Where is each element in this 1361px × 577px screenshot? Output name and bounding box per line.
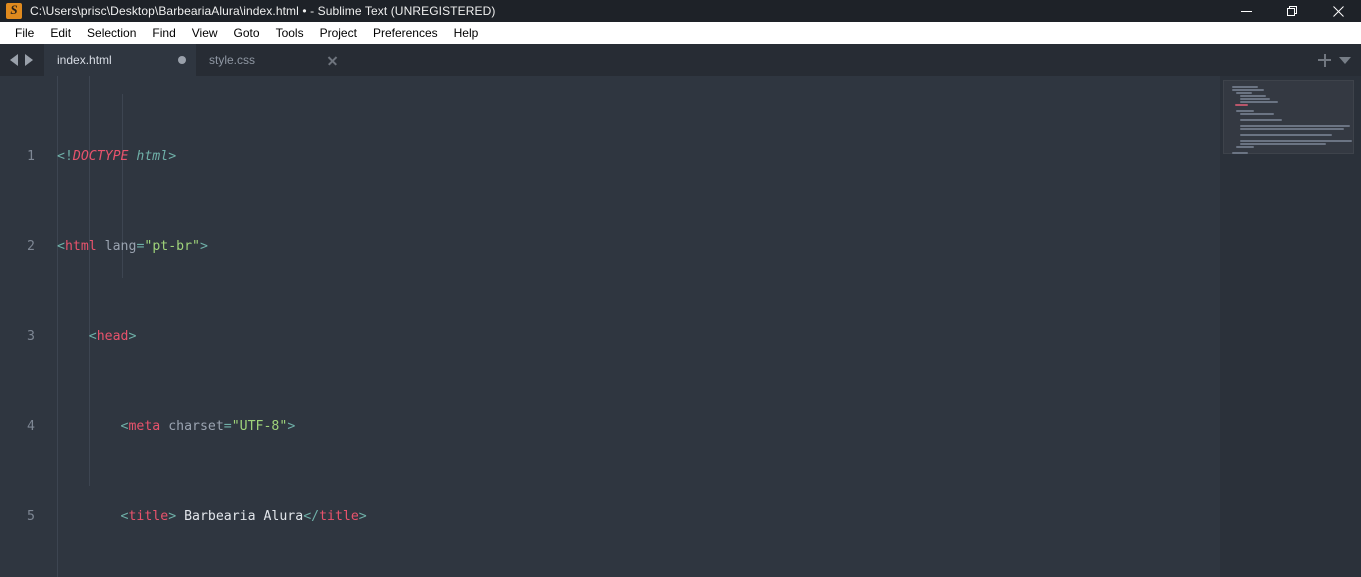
tab-nav-arrows — [0, 44, 44, 76]
unsaved-changes-icon[interactable] — [178, 56, 186, 64]
line-number: 3 — [27, 329, 35, 344]
menu-item-project[interactable]: Project — [312, 22, 365, 44]
menu-item-file[interactable]: File — [7, 22, 42, 44]
minimap-line — [1236, 110, 1254, 112]
line-number: 4 — [27, 419, 35, 434]
line-number: 1 — [27, 149, 35, 164]
menu-item-goto[interactable]: Goto — [226, 22, 268, 44]
minimap-line — [1240, 134, 1332, 136]
tab-label: style.css — [209, 53, 256, 67]
minimap-line — [1240, 98, 1270, 100]
line-text: <meta charset="UTF-8"> — [120, 419, 296, 434]
minimap[interactable] — [1220, 76, 1361, 577]
minimap-line — [1240, 128, 1344, 130]
tab-index-html[interactable]: index.html — [44, 44, 196, 76]
line-number: 2 — [27, 239, 35, 254]
minimap-line — [1240, 119, 1282, 121]
code-content[interactable]: 1 <!DOCTYPE html> 2 <html lang="pt-br"> … — [0, 76, 1361, 577]
minimap-line — [1232, 86, 1258, 88]
tab-bar-controls — [1318, 44, 1357, 76]
plus-icon[interactable] — [1318, 53, 1331, 67]
window-controls — [1223, 0, 1361, 22]
sublime-text-logo-icon — [6, 2, 22, 19]
menu-item-find[interactable]: Find — [144, 22, 183, 44]
menu-item-view[interactable]: View — [184, 22, 226, 44]
minimap-line — [1236, 146, 1254, 148]
menu-item-selection[interactable]: Selection — [79, 22, 144, 44]
minimap-line — [1232, 152, 1248, 154]
arrow-right-icon[interactable] — [25, 54, 33, 66]
code-line[interactable]: 5 <title> Barbearia Alura</title> — [0, 508, 1361, 526]
close-icon[interactable] — [327, 55, 338, 66]
minimize-button[interactable] — [1223, 0, 1269, 22]
code-line[interactable]: 1 <!DOCTYPE html> — [0, 148, 1361, 166]
arrow-left-icon[interactable] — [10, 54, 18, 66]
menu-item-tools[interactable]: Tools — [268, 22, 312, 44]
close-button[interactable] — [1315, 0, 1361, 22]
minimap-line — [1232, 89, 1264, 91]
minimap-line — [1236, 92, 1252, 94]
minimap-line — [1235, 104, 1248, 106]
minimap-line — [1240, 95, 1266, 97]
minimap-line — [1240, 125, 1350, 127]
line-text: <!DOCTYPE html> — [57, 149, 177, 164]
tab-style-css[interactable]: style.css — [196, 44, 348, 76]
minimap-line — [1240, 101, 1278, 103]
menu-bar: File Edit Selection Find View Goto Tools… — [0, 22, 1361, 44]
code-line[interactable]: 3 <head> — [0, 328, 1361, 346]
tab-bar: index.html style.css — [0, 44, 1361, 76]
menu-item-preferences[interactable]: Preferences — [365, 22, 446, 44]
minimap-line — [1240, 113, 1274, 115]
line-text: <head> — [88, 329, 137, 344]
window-title: C:\Users\prisc\Desktop\BarbeariaAlura\in… — [30, 4, 496, 18]
line-text: <title> Barbearia Alura</title> — [120, 509, 367, 524]
minimap-line — [1240, 143, 1326, 145]
menu-item-edit[interactable]: Edit — [42, 22, 79, 44]
code-line[interactable]: 2 <html lang="pt-br"> — [0, 238, 1361, 256]
line-text: <html lang="pt-br"> — [57, 239, 208, 254]
restore-button[interactable] — [1269, 0, 1315, 22]
tab-label: index.html — [57, 53, 112, 67]
title-bar: C:\Users\prisc\Desktop\BarbeariaAlura\in… — [0, 0, 1361, 22]
minimap-line — [1240, 140, 1352, 142]
line-number: 5 — [27, 509, 35, 524]
code-line[interactable]: 4 <meta charset="UTF-8"> — [0, 418, 1361, 436]
code-editor[interactable]: 1 <!DOCTYPE html> 2 <html lang="pt-br"> … — [0, 76, 1361, 577]
chevron-down-icon[interactable] — [1339, 56, 1351, 64]
menu-item-help[interactable]: Help — [446, 22, 487, 44]
